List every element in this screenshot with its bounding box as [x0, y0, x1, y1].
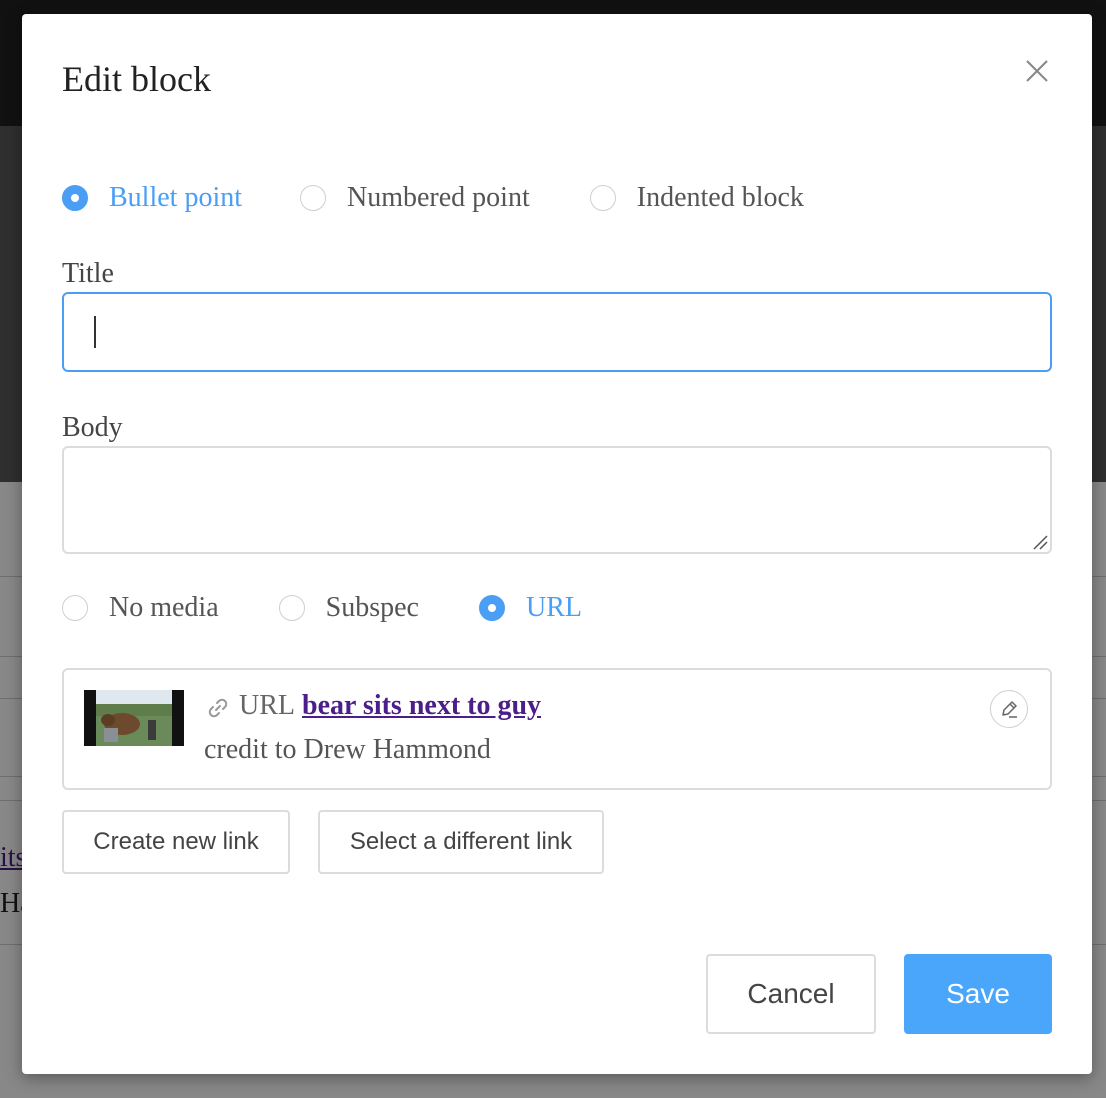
media-type-group: No media Subspec URL [62, 588, 582, 628]
body-label: Body [62, 412, 123, 443]
save-button[interactable]: Save [904, 954, 1052, 1034]
radio-button[interactable] [300, 185, 326, 211]
url-media-card: URL bear sits next to guy credit to Drew… [62, 668, 1052, 790]
radio-label: Numbered point [347, 182, 530, 213]
radio-numbered-point[interactable]: Numbered point [300, 182, 530, 214]
radio-url[interactable]: URL [478, 592, 582, 624]
thumbnail-image [84, 690, 184, 746]
radio-button[interactable] [278, 595, 305, 621]
title-input[interactable] [62, 292, 1052, 372]
title-label: Title [62, 258, 114, 289]
cancel-button[interactable]: Cancel [706, 954, 876, 1034]
text-caret [94, 316, 96, 348]
radio-button[interactable] [589, 185, 616, 211]
edit-media-button[interactable] [990, 690, 1028, 728]
link-icon [208, 698, 228, 718]
radio-label: URL [525, 592, 582, 623]
pencil-icon [1002, 701, 1017, 718]
close-icon[interactable] [1020, 54, 1054, 88]
radio-button-checked[interactable] [478, 595, 505, 621]
body-textarea[interactable] [62, 446, 1052, 554]
select-different-link-button[interactable]: Select a different link [318, 810, 604, 874]
block-type-group: Bullet point Numbered point Indented blo… [62, 178, 804, 218]
radio-button-checked[interactable] [62, 185, 88, 211]
radio-no-media[interactable]: No media [62, 592, 219, 624]
radio-label: Subspec [325, 592, 419, 623]
radio-button[interactable] [62, 595, 88, 621]
create-new-link-button[interactable]: Create new link [62, 810, 290, 874]
radio-label: Indented block [636, 182, 804, 213]
radio-label: No media [109, 592, 219, 623]
resize-handle-icon[interactable] [1032, 534, 1048, 550]
radio-indented-block[interactable]: Indented block [589, 182, 804, 214]
edit-block-modal: Edit block Bullet point Numbered point I… [22, 14, 1092, 1074]
radio-label: Bullet point [109, 182, 242, 213]
radio-bullet-point[interactable]: Bullet point [62, 182, 242, 214]
media-credit: credit to Drew Hammond [204, 734, 491, 765]
media-link[interactable]: bear sits next to guy [302, 690, 541, 722]
radio-subspec[interactable]: Subspec [278, 592, 419, 624]
url-prefix-label: URL [239, 690, 295, 721]
modal-title: Edit block [62, 59, 211, 99]
